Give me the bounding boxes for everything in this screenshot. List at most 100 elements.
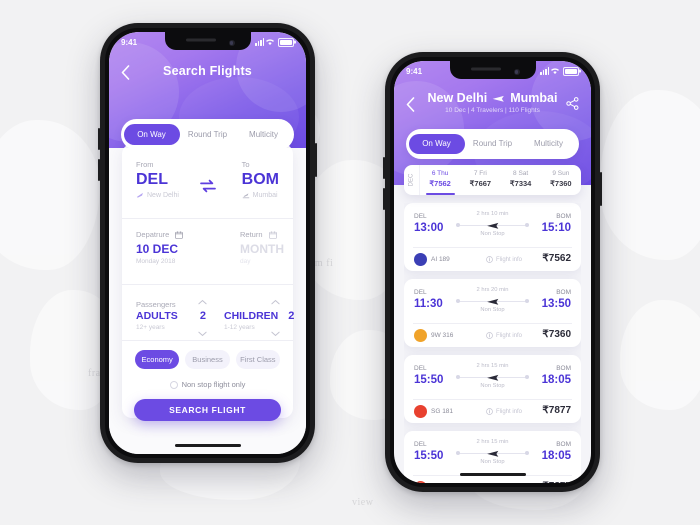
date-day: 6 Thu xyxy=(431,170,449,177)
destination-code: BOM xyxy=(556,365,571,372)
flight-duration: 2 hrs 20 min xyxy=(476,287,509,293)
phone-left: 9:41 Search Flights On Way Round Trip Mu… xyxy=(98,23,317,463)
chip-business[interactable]: Business xyxy=(185,350,230,369)
plane-icon xyxy=(492,95,505,102)
origin-code: DEL xyxy=(414,289,427,296)
takeoff-plane-icon xyxy=(136,192,143,198)
children-count: 2 xyxy=(288,310,295,322)
flight-info-link[interactable]: Flight info xyxy=(486,256,522,263)
calendar-icon xyxy=(175,230,184,239)
search-flight-button[interactable]: SEARCH FLIGHT xyxy=(134,399,281,421)
plane-icon xyxy=(486,222,498,229)
airline-code: AI 189 xyxy=(431,256,450,263)
wifi-icon xyxy=(551,68,559,75)
flight-stops: Non Stop xyxy=(480,307,505,313)
date-cell-3[interactable]: 9 Sun ₹7360 xyxy=(541,165,581,195)
info-circle-icon xyxy=(486,408,493,415)
flight-stops: Non Stop xyxy=(480,383,505,389)
flight-card[interactable]: DEL 15:50 BOM 18:05 2 hrs 15 min Non Sto… xyxy=(404,355,581,423)
children-label: CHILDREN xyxy=(224,310,279,322)
date-cell-1[interactable]: 7 Fri ₹7667 xyxy=(460,165,500,195)
flight-info-label: Flight info xyxy=(496,332,523,339)
date-cell-0[interactable]: 6 Thu ₹7562 xyxy=(420,165,460,195)
airline-logo-icon xyxy=(414,329,427,342)
status-time: 9:41 xyxy=(406,66,423,76)
return-placeholder: MONTH xyxy=(240,242,284,256)
nonstop-checkbox[interactable]: Non stop flight only xyxy=(122,380,293,389)
adults-label: ADULTS xyxy=(136,310,178,322)
date-price: ₹7334 xyxy=(509,179,532,188)
return-field[interactable]: Return MONTH day xyxy=(240,230,284,265)
departure-label: Depatrure xyxy=(136,230,170,239)
flight-info-link[interactable]: Flight info xyxy=(486,408,522,415)
tab-on-way[interactable]: On Way xyxy=(408,134,465,154)
to-field[interactable]: To BOM Mumbai xyxy=(242,160,279,199)
origin-code: DEL xyxy=(414,365,427,372)
depart-time: 11:30 xyxy=(414,298,443,310)
page-title: Search Flights xyxy=(163,64,252,78)
phone-right: 9:41 New Delhi Mumbai 10 Dec | 4 Travele… xyxy=(383,52,602,492)
tab-multicity[interactable]: Multicity xyxy=(236,124,292,145)
route-subtitle: 10 Dec | 4 Travelers | 110 Flights xyxy=(445,107,540,114)
flight-info-link[interactable]: Flight info xyxy=(486,332,522,339)
depart-time: 15:50 xyxy=(414,450,444,462)
adults-field[interactable]: ADULTS 2 xyxy=(136,310,206,322)
date-day: 8 Sat xyxy=(513,170,529,177)
signal-bars-icon xyxy=(255,38,265,46)
date-cell-2[interactable]: 8 Sat ₹7334 xyxy=(501,165,541,195)
from-field[interactable]: From DEL New Delhi xyxy=(136,160,179,199)
flight-card[interactable]: DEL 11:30 BOM 13:50 2 hrs 20 min Non Sto… xyxy=(404,279,581,347)
date-day: 9 Sun xyxy=(552,170,570,177)
wifi-icon xyxy=(266,39,274,46)
adults-stepper-up[interactable] xyxy=(198,292,207,310)
nonstop-label: Non stop flight only xyxy=(181,380,246,389)
arrive-time: 18:05 xyxy=(541,374,571,386)
from-city: New Delhi xyxy=(147,191,179,199)
adults-sub: 12+ years xyxy=(136,324,165,331)
depart-time: 15:50 xyxy=(414,374,444,386)
origin-city: New Delhi xyxy=(427,91,488,105)
swap-arrows-icon[interactable] xyxy=(199,179,217,198)
chip-first-class[interactable]: First Class xyxy=(235,350,280,369)
tab-round-trip[interactable]: Round Trip xyxy=(465,134,521,154)
origin-code: DEL xyxy=(414,441,427,448)
cabin-class-chips[interactable]: Economy Business First Class xyxy=(135,350,280,369)
departure-value: 10 DEC xyxy=(136,242,179,256)
destination-code: BOM xyxy=(556,441,571,448)
children-stepper-up[interactable] xyxy=(271,292,280,310)
date-price: ₹7562 xyxy=(429,179,451,188)
departure-field[interactable]: Depatrure 10 DEC Monday 2018 xyxy=(136,230,184,265)
plane-icon xyxy=(486,374,498,381)
return-label: Return xyxy=(240,230,263,239)
children-sub: 1-12 years xyxy=(224,324,255,331)
battery-icon xyxy=(278,37,294,47)
info-circle-icon xyxy=(486,256,493,263)
flight-card[interactable]: DEL 13:00 BOM 15:10 2 hrs 10 min Non Sto… xyxy=(404,203,581,271)
children-field[interactable]: CHILDREN 2 xyxy=(224,310,294,322)
chip-economy[interactable]: Economy xyxy=(135,350,180,369)
from-code: DEL xyxy=(136,171,168,188)
plane-icon xyxy=(486,298,498,305)
landing-plane-icon xyxy=(242,193,249,199)
airline-logo-icon xyxy=(414,405,427,418)
info-circle-icon xyxy=(486,332,493,339)
flight-duration: 2 hrs 15 min xyxy=(476,363,509,369)
to-city: Mumbai xyxy=(252,191,278,199)
calendar-icon xyxy=(268,230,277,239)
flight-price: ₹7877 xyxy=(542,405,571,416)
flight-duration: 2 hrs 10 min xyxy=(476,211,509,217)
radio-circle-icon[interactable] xyxy=(169,380,178,389)
airline-logo-icon xyxy=(414,481,427,483)
return-sub: day xyxy=(240,258,251,265)
from-label: From xyxy=(136,160,154,169)
phone1-trip-type-tabs[interactable]: On Way Round Trip Multicity xyxy=(121,119,294,148)
arrive-time: 18:05 xyxy=(541,450,571,462)
flight-price: ₹7360 xyxy=(542,329,571,340)
tab-on-way[interactable]: On Way xyxy=(123,124,180,145)
phone2-trip-type-tabs[interactable]: On Way Round Trip Multicity xyxy=(406,129,579,159)
battery-icon xyxy=(563,66,579,76)
tab-round-trip[interactable]: Round Trip xyxy=(180,124,236,145)
date-price-strip[interactable]: DEC 6 Thu ₹7562 7 Fri ₹7667 8 Sat ₹7334 … xyxy=(404,165,581,195)
tab-multicity[interactable]: Multicity xyxy=(521,134,577,154)
flight-results-list[interactable]: DEL 13:00 BOM 15:10 2 hrs 10 min Non Sto… xyxy=(404,203,581,483)
